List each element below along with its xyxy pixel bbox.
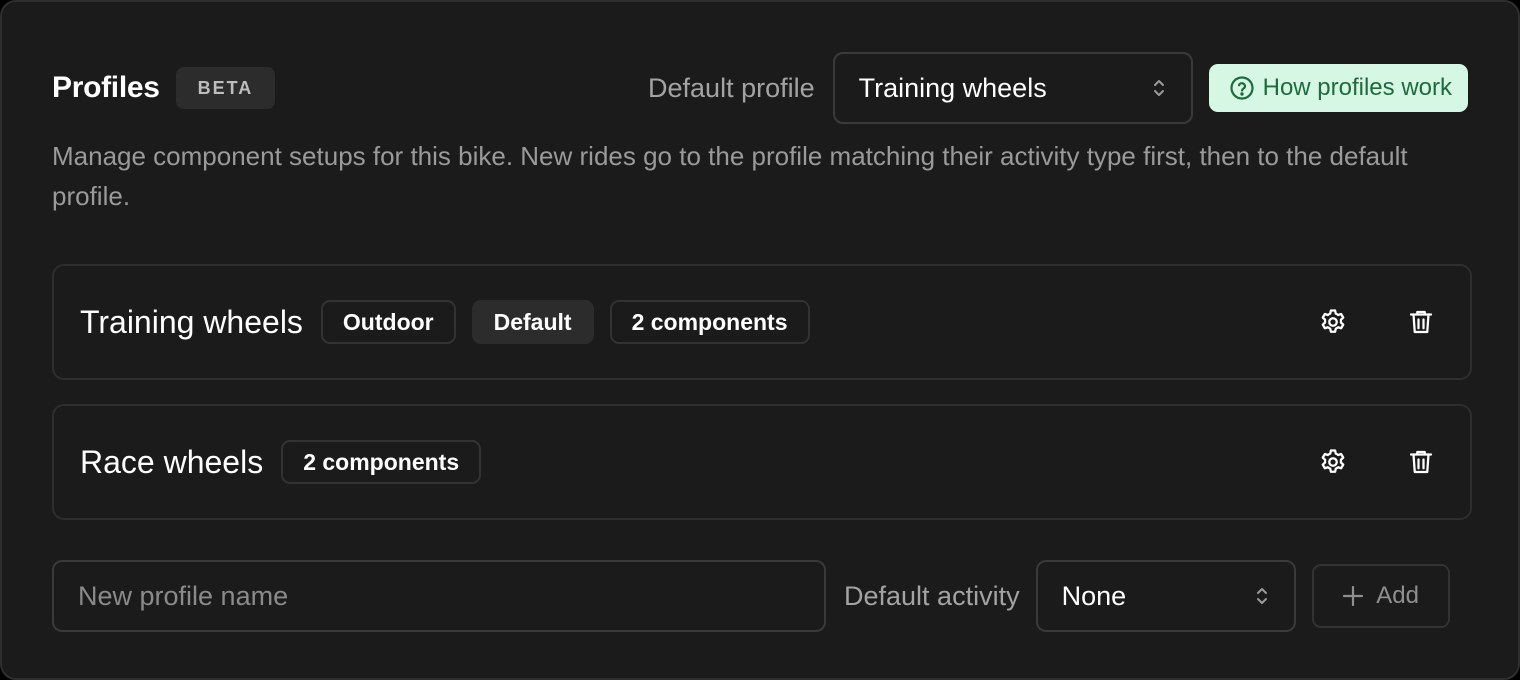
- default-profile-controls: Default profile Training wheels How prof…: [648, 52, 1468, 124]
- profile-actions: [1270, 297, 1446, 347]
- default-activity-label: Default activity: [844, 580, 1020, 611]
- default-profile-label: Default profile: [648, 72, 815, 103]
- default-activity-value: None: [1061, 580, 1127, 611]
- beta-badge: BETA: [175, 67, 276, 109]
- question-circle-icon: [1229, 75, 1255, 101]
- plus-icon: [1342, 585, 1364, 607]
- how-profiles-work-label: How profiles work: [1262, 74, 1452, 101]
- profile-name: Race wheels: [80, 443, 264, 480]
- gear-icon[interactable]: [1308, 437, 1358, 487]
- profile-actions: [1270, 437, 1446, 487]
- default-profile-select[interactable]: Training wheels: [832, 52, 1193, 124]
- profile-card: Race wheels 2 components: [52, 404, 1472, 520]
- default-chip: Default: [471, 300, 594, 344]
- components-count-chip: 2 components: [281, 440, 482, 484]
- chevron-up-down-icon: [1151, 77, 1167, 99]
- default-activity-select[interactable]: None: [1035, 560, 1296, 632]
- add-profile-form: Default activity None Add: [52, 560, 1472, 632]
- profiles-header: Profiles BETA Default profile Training w…: [52, 52, 1468, 124]
- profiles-description: Manage component setups for this bike. N…: [52, 141, 1408, 211]
- components-count-chip: 2 components: [609, 300, 810, 344]
- profile-name: Training wheels: [80, 303, 303, 340]
- add-label: Add: [1376, 582, 1419, 609]
- chevron-up-down-icon: [1254, 585, 1270, 607]
- profiles-panel: Profiles BETA Default profile Training w…: [0, 0, 1520, 680]
- new-profile-name-input[interactable]: [52, 560, 826, 632]
- page-title: Profiles: [52, 71, 160, 104]
- add-profile-button[interactable]: Add: [1311, 564, 1450, 628]
- default-profile-value: Training wheels: [858, 72, 1047, 103]
- trash-icon[interactable]: [1396, 297, 1446, 347]
- how-profiles-work-button[interactable]: How profiles work: [1208, 64, 1468, 112]
- gear-icon[interactable]: [1308, 297, 1358, 347]
- profile-card: Training wheels Outdoor Default 2 compon…: [52, 264, 1472, 380]
- trash-icon[interactable]: [1396, 437, 1446, 487]
- activity-chip: Outdoor: [320, 300, 456, 344]
